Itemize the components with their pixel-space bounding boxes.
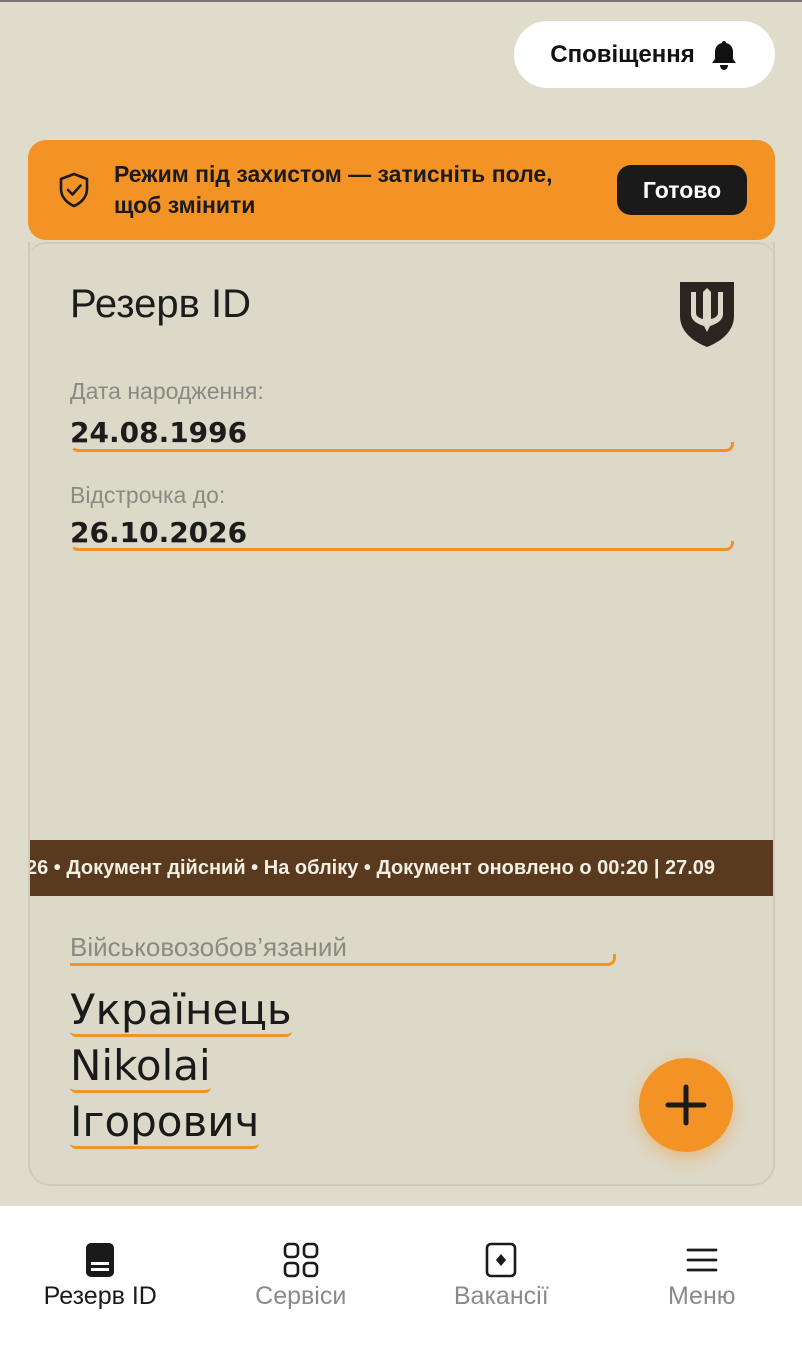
nav-item-vacancies[interactable]: Вакансії	[401, 1206, 602, 1359]
status-ticker: 26 • Документ дійсний • На обліку • Доку…	[30, 840, 775, 896]
vacancies-icon	[483, 1242, 519, 1278]
notifications-label: Сповіщення	[550, 41, 695, 69]
services-grid-icon	[283, 1242, 319, 1278]
menu-icon	[684, 1242, 720, 1278]
nav-label-vacancies: Вакансії	[454, 1282, 549, 1311]
nav-item-services[interactable]: Сервіси	[201, 1206, 402, 1359]
reserve-id-card: Резерв ID Дата народження: 24.08.1996 Ві…	[28, 242, 775, 1186]
plus-icon	[662, 1081, 710, 1129]
notifications-button[interactable]: Сповіщення	[514, 21, 775, 88]
patronymic-text: Ігорович	[70, 1098, 259, 1149]
card-title: Резерв ID	[70, 282, 251, 327]
bottom-nav: Резерв ID Сервіси Вакансії Меню	[0, 1206, 802, 1359]
nav-label-services: Сервіси	[255, 1282, 346, 1311]
birth-date-underline	[70, 442, 734, 452]
patronymic: Ігорович	[70, 1098, 259, 1151]
done-button[interactable]: Готово	[617, 165, 747, 215]
nav-item-menu[interactable]: Меню	[602, 1206, 802, 1359]
nav-label-reserve-id: Резерв ID	[44, 1282, 157, 1311]
military-status-underline	[70, 954, 616, 966]
protection-banner: Режим під захистом — затисніть поле, щоб…	[28, 140, 775, 240]
given-name: Nikolai	[70, 1042, 211, 1095]
protection-banner-text: Режим під захистом — затисніть поле, щоб…	[114, 159, 592, 221]
bell-icon	[709, 39, 739, 71]
shield-check-icon	[54, 170, 94, 210]
deferral-underline	[70, 541, 734, 551]
reserve-id-icon	[82, 1242, 118, 1278]
surname: Українець	[70, 986, 292, 1039]
ticker-text: 26 • Документ дійсний • На обліку • Доку…	[30, 857, 715, 880]
given-name-text: Nikolai	[70, 1042, 211, 1093]
birth-date-label: Дата народження:	[70, 378, 264, 405]
deferral-label: Відстрочка до:	[70, 482, 225, 509]
add-button[interactable]	[639, 1058, 733, 1152]
nav-item-reserve-id[interactable]: Резерв ID	[0, 1206, 201, 1359]
trident-emblem-icon	[678, 280, 736, 348]
surname-text: Українець	[70, 986, 292, 1037]
nav-label-menu: Меню	[668, 1282, 736, 1311]
